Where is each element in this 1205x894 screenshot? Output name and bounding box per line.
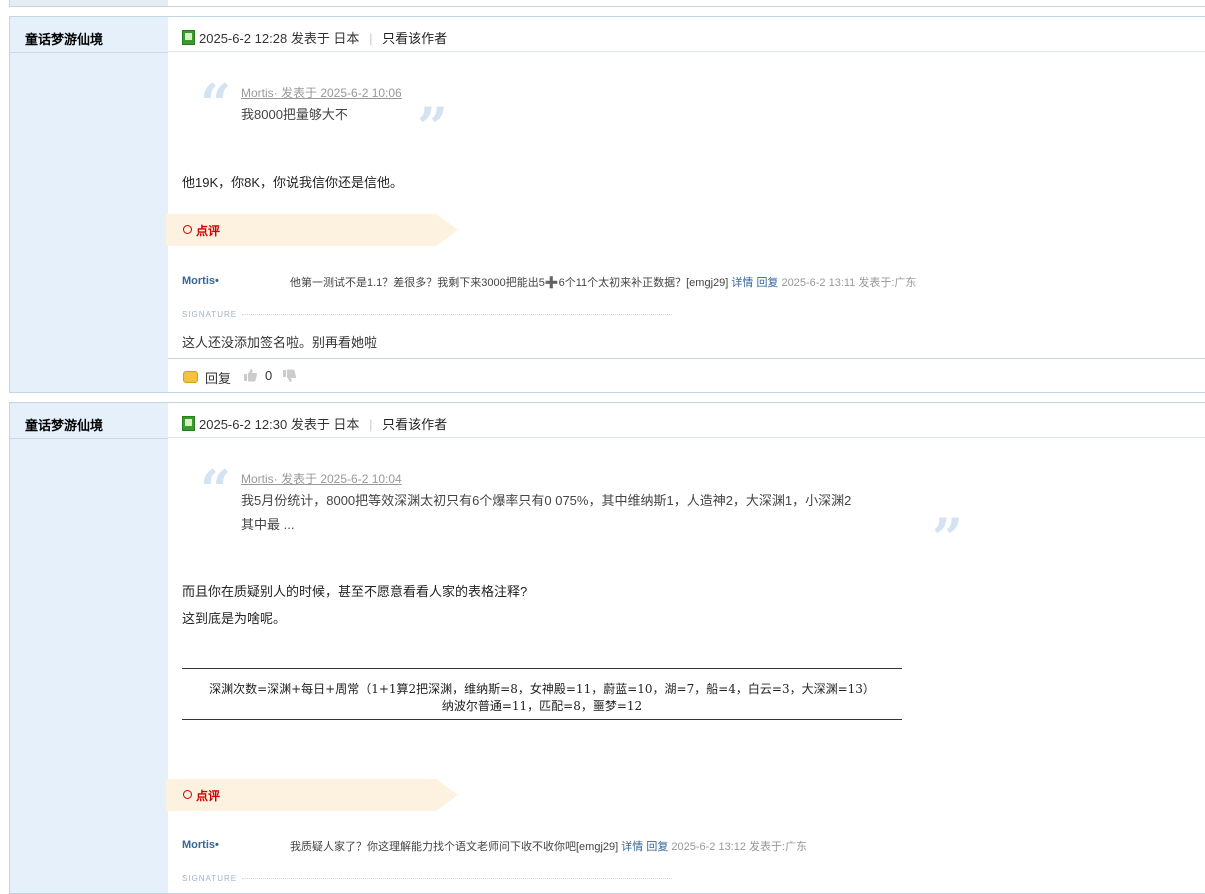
comment-time: 2025-6-2 13:11 发表于:广东 — [781, 277, 917, 289]
online-status-icon — [182, 416, 195, 431]
author-name[interactable]: 童话梦游仙境 — [25, 29, 103, 48]
online-status-icon — [182, 30, 195, 45]
post-datetime: 2025-6-2 12:30 — [199, 417, 288, 432]
body-line: 而且你在质疑别人的时候，甚至不愿意看看人家的表格注释? — [182, 584, 528, 599]
author-name[interactable]: 童话梦游仙境 — [25, 415, 103, 434]
post-body: 他19K，你8K，你说我信你还是信他。 — [182, 169, 403, 196]
separator: | — [369, 31, 373, 46]
author-sidebar — [10, 403, 168, 893]
post-1: 童话梦游仙境 2025-6-2 12:28 发表于 日本 | 只看该作者 “ M… — [9, 16, 1205, 393]
quote-text: 我5月份统计，8000把等效深渊太初只有6个爆率只有0 075%，其中维纳斯1，… — [241, 489, 941, 537]
post-location: 发表于 日本 — [290, 31, 360, 46]
table-image-note: 深渊次数=深渊+每日+周常（1+1算2把深渊，维纳斯=8，女神殿=11，蔚蓝=1… — [182, 668, 902, 720]
comment-circle-icon — [183, 225, 192, 234]
close-quote-icon: ” — [417, 95, 449, 159]
comment-circle-icon — [183, 790, 192, 799]
comment-time: 2025-6-2 13:12 发表于:广东 — [671, 841, 808, 853]
post-meta: 2025-6-2 12:28 发表于 日本 | 只看该作者 — [199, 28, 447, 47]
author-sidebar — [10, 17, 168, 392]
quote-line: 我5月份统计，8000把等效深渊太初只有6个爆率只有0 075%，其中维纳斯1，… — [241, 493, 852, 508]
open-quote-icon: “ — [200, 458, 232, 522]
comment-label: 点评 — [196, 789, 221, 803]
thumbs-down-icon[interactable] — [282, 369, 296, 383]
open-quote-icon: “ — [200, 72, 232, 136]
quote-text: 我8000把量够大不 — [241, 103, 348, 127]
body-line: 他19K，你8K，你说我信你还是信他。 — [182, 175, 404, 190]
body-line: 这到底是为啥呢。 — [182, 611, 287, 626]
comment-reply-link[interactable]: 回复 — [646, 841, 668, 853]
quote-source-link[interactable]: Mortis· 发表于 2025-6-2 10:06 — [241, 84, 402, 101]
signature-divider — [242, 314, 672, 315]
comment-ribbon: 点评 — [166, 214, 458, 246]
sidebar-strip — [10, 0, 168, 6]
comment-detail-link[interactable]: 详情 — [621, 841, 643, 853]
previous-post-bottom — [9, 0, 1205, 7]
comment-row: 他第一测试不是1.1？差很多？我剩下来3000把能出5➕6个11个太初来补正数据… — [290, 274, 916, 290]
comment-user[interactable]: Mortis• — [182, 839, 219, 851]
comment-detail-link[interactable]: 详情 — [731, 277, 753, 289]
post-datetime: 2025-6-2 12:28 — [199, 31, 288, 46]
comment-text: 我质疑人家了？你这理解能力找个语文老师问下收不收你吧[emgj29] — [290, 841, 619, 853]
like-count: 0 — [265, 368, 273, 383]
post-footer-divider — [168, 358, 1205, 359]
comment-text: 他第一测试不是1.1？差很多？我剩下来3000把能出5➕6个11个太初来补正数据… — [290, 277, 729, 289]
comment-reply-link[interactable]: 回复 — [756, 277, 778, 289]
post-header: 2025-6-2 12:28 发表于 日本 | 只看该作者 — [168, 17, 1205, 52]
reply-button[interactable]: 回复 — [205, 368, 231, 387]
comment-user[interactable]: Mortis• — [182, 275, 219, 287]
quote-line: 我8000把量够大不 — [241, 107, 348, 122]
sidebar-divider — [10, 438, 168, 439]
post-location: 发表于 日本 — [290, 417, 360, 432]
post-header: 2025-6-2 12:30 发表于 日本 | 只看该作者 — [168, 403, 1205, 438]
close-quote-icon: ” — [932, 506, 964, 570]
quote-line: 其中最 ... — [241, 517, 295, 532]
comment-ribbon: 点评 — [166, 779, 458, 811]
sidebar-divider — [10, 52, 168, 53]
signature-text: 这人还没添加签名啦。别再看她啦 — [182, 335, 378, 350]
post-body: 而且你在质疑别人的时候，甚至不愿意看看人家的表格注释? 这到底是为啥呢。 — [182, 578, 527, 632]
table-note-line: 纳波尔普通=11，匹配=8，噩梦=12 — [441, 699, 643, 713]
only-author-link[interactable]: 只看该作者 — [382, 31, 447, 46]
only-author-link[interactable]: 只看该作者 — [382, 417, 447, 432]
table-note-line: 深渊次数=深渊+每日+周常（1+1算2把深渊，维纳斯=8，女神殿=11，蔚蓝=1… — [209, 682, 875, 696]
comment-label: 点评 — [196, 224, 221, 238]
signature-label: SIGNATURE — [182, 310, 238, 319]
quote-source-link[interactable]: Mortis· 发表于 2025-6-2 10:04 — [241, 470, 402, 487]
post-meta: 2025-6-2 12:30 发表于 日本 | 只看该作者 — [199, 414, 447, 433]
signature-divider — [242, 878, 672, 879]
comment-row: 我质疑人家了？你这理解能力找个语文老师问下收不收你吧[emgj29] 详情 回复… — [290, 838, 807, 854]
reply-icon[interactable] — [183, 371, 198, 383]
post-2: 童话梦游仙境 2025-6-2 12:30 发表于 日本 | 只看该作者 “ M… — [9, 402, 1205, 894]
separator: | — [369, 417, 373, 432]
thumbs-up-icon[interactable] — [243, 368, 257, 382]
